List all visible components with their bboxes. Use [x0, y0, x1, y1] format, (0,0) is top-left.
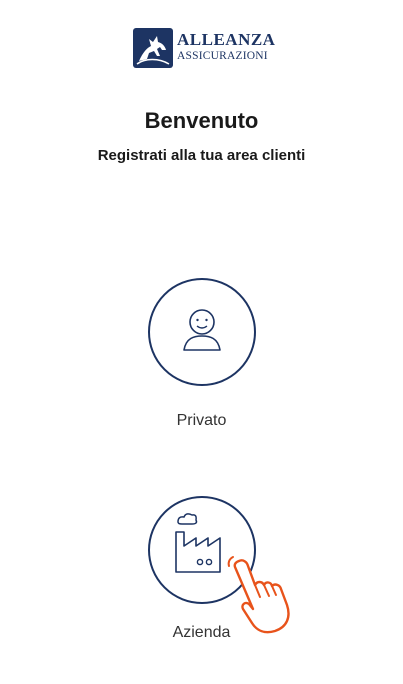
page-subtitle: Registrati alla tua area clienti: [97, 147, 306, 164]
horse-rider-logo-icon: [133, 28, 173, 68]
brand-name: ALLEANZA: [177, 30, 276, 49]
brand-logo: ALLEANZA ASSICURAZIONI: [133, 26, 283, 72]
brand-tagline: ASSICURAZIONI: [177, 50, 268, 62]
azienda-option-button[interactable]: [148, 496, 256, 604]
privato-label[interactable]: Privato: [0, 412, 403, 430]
page-title: Benvenuto: [144, 108, 259, 133]
azienda-option[interactable]: Azienda: [0, 496, 403, 656]
privato-option[interactable]: Privato: [0, 278, 403, 438]
factory-icon: [175, 513, 221, 573]
privato-option-button[interactable]: [148, 278, 256, 386]
person-icon: [183, 309, 221, 351]
azienda-label[interactable]: Azienda: [0, 624, 403, 642]
